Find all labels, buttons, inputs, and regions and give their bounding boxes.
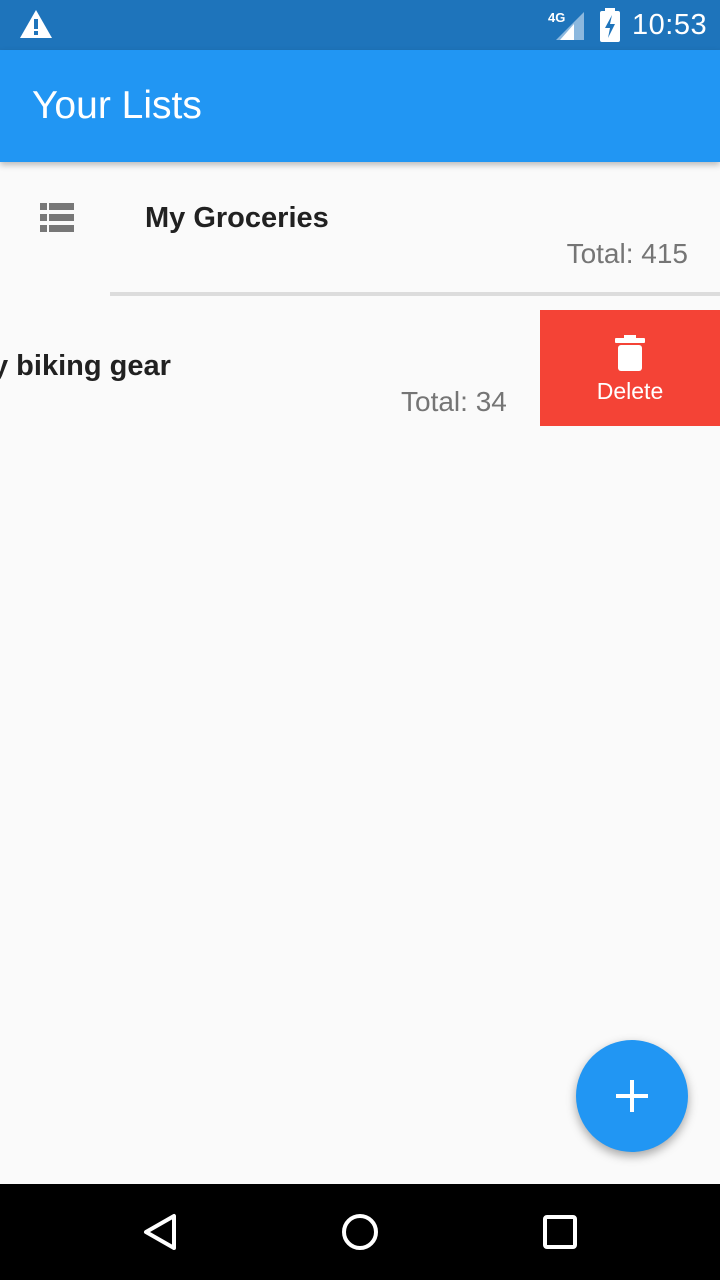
list-item[interactable] xyxy=(0,162,720,296)
list-item-title: My Groceries xyxy=(145,202,329,234)
warning-icon xyxy=(20,10,52,38)
trash-icon xyxy=(615,335,645,371)
list-item-total: Total: 415 xyxy=(566,238,688,269)
divider xyxy=(110,292,720,296)
list-item-total: Total: 34 xyxy=(401,386,507,417)
home-icon[interactable] xyxy=(341,1213,379,1251)
status-time: 10:53 xyxy=(632,9,708,41)
list-icon xyxy=(40,203,74,232)
back-icon[interactable] xyxy=(142,1213,178,1251)
add-list-button[interactable] xyxy=(576,1040,688,1152)
delete-label: Delete xyxy=(596,378,664,404)
navigation-bar xyxy=(0,1184,720,1280)
delete-button[interactable]: Delete xyxy=(540,310,720,426)
battery-charging-icon xyxy=(600,8,620,42)
app-bar: Your Lists xyxy=(0,50,720,162)
recents-icon[interactable] xyxy=(543,1215,577,1249)
list-item-title: y biking gear xyxy=(0,350,171,382)
page-title: Your Lists xyxy=(32,84,202,127)
signal-icon: 4G xyxy=(548,10,584,40)
svg-text:4G: 4G xyxy=(548,10,565,25)
status-bar: 4G 10:53 xyxy=(0,0,720,50)
